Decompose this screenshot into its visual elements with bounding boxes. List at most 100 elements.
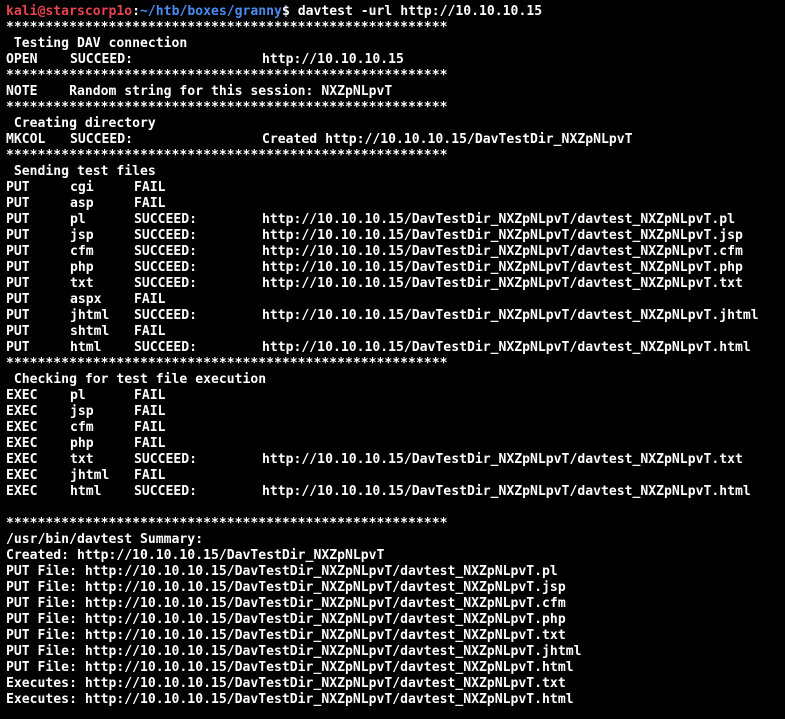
note-line: NOTE Random string for this session: NXZ…: [6, 84, 393, 99]
row-status: SUCCEED:: [134, 212, 198, 227]
row-status: FAIL: [134, 420, 166, 435]
result-row: EXEC txt SUCCEED: http://10.10.10.15/DavTes…: [6, 452, 785, 468]
row-extension: php: [70, 260, 94, 275]
summary-heading: /usr/bin/davtest Summary:: [6, 532, 204, 547]
row-status: FAIL: [134, 324, 166, 339]
row-method: PUT: [6, 340, 30, 355]
result-row: PUT php SUCCEED: http://10.10.10.15/DavTest…: [6, 260, 785, 276]
row-extension: cgi: [70, 180, 94, 195]
checking-rows: EXEC pl FAIL EXEC jsp FAIL EXEC cfm FAIL EXEC php F…: [6, 388, 785, 500]
row-url: http://10.10.10.15/DavTestDir_NXZpNLpvT/…: [262, 276, 743, 291]
row-extension: html: [70, 340, 102, 355]
row-extension: jsp: [70, 404, 94, 419]
summary-line: PUT File: http://10.10.10.15/DavTestDir_…: [6, 644, 582, 659]
result-row: PUT aspx FAIL: [6, 292, 785, 308]
summary-line: PUT File: http://10.10.10.15/DavTestDir_…: [6, 564, 558, 579]
separator-line: ****************************************…: [6, 100, 448, 115]
summary-line: PUT File: http://10.10.10.15/DavTestDir_…: [6, 660, 574, 675]
row-method: OPEN: [6, 52, 38, 67]
row-extension: jhtml: [70, 468, 110, 483]
row-status: SUCCEED:: [70, 52, 134, 67]
row-url: http://10.10.10.15/DavTestDir_NXZpNLpvT/…: [262, 228, 743, 243]
result-row: EXEC pl FAIL: [6, 388, 785, 404]
result-row: PUT html SUCCEED: http://10.10.10.15/DavTes…: [6, 340, 785, 356]
row-method: PUT: [6, 276, 30, 291]
row-url: http://10.10.10.15/DavTestDir_NXZpNLpvT/…: [262, 212, 735, 227]
row-method: PUT: [6, 180, 30, 195]
row-method: PUT: [6, 228, 30, 243]
row-status: FAIL: [134, 292, 166, 307]
row-extension: cfm: [70, 244, 94, 259]
row-status: SUCCEED:: [134, 308, 198, 323]
row-status: SUCCEED:: [134, 484, 198, 499]
row-method: PUT: [6, 260, 30, 275]
row-method: EXEC: [6, 452, 38, 467]
row-status: FAIL: [134, 404, 166, 419]
row-method: EXEC: [6, 484, 38, 499]
result-row: PUT shtml FAIL: [6, 324, 785, 340]
result-row: EXEC php FAIL: [6, 436, 785, 452]
prompt-user-host: kali@starscorp1o: [6, 4, 133, 19]
result-row: EXEC jsp FAIL: [6, 404, 785, 420]
row-extension: cfm: [70, 420, 94, 435]
separator-line: ****************************************…: [6, 516, 448, 531]
terminal-window[interactable]: kali@starscorp1o:~/htb/boxes/granny$ dav…: [0, 0, 785, 719]
row-status: SUCCEED:: [134, 228, 198, 243]
result-row: PUT asp FAIL: [6, 196, 785, 212]
row-extension: jhtml: [70, 308, 110, 323]
row-extension: txt: [70, 276, 94, 291]
summary-line: PUT File: http://10.10.10.15/DavTestDir_…: [6, 612, 566, 627]
summary-line: PUT File: http://10.10.10.15/DavTestDir_…: [6, 628, 566, 643]
row-method: PUT: [6, 244, 30, 259]
separator-line: ****************************************…: [6, 148, 448, 163]
row-status: SUCCEED:: [134, 452, 198, 467]
row-url: http://10.10.10.15/DavTestDir_NXZpNLpvT/…: [262, 244, 743, 259]
row-extension: pl: [70, 212, 86, 227]
row-url: http://10.10.10.15/DavTestDir_NXZpNLpvT/…: [262, 260, 743, 275]
row-url: http://10.10.10.15/DavTestDir_NXZpNLpvT/…: [262, 452, 743, 467]
result-row: PUT txt SUCCEED: http://10.10.10.15/DavTest…: [6, 276, 785, 292]
row-status: FAIL: [134, 468, 166, 483]
result-row: PUT cfm SUCCEED: http://10.10.10.15/DavTest…: [6, 244, 785, 260]
row-extension: asp: [70, 196, 94, 211]
row-status: FAIL: [134, 436, 166, 451]
summary-line: Executes: http://10.10.10.15/DavTestDir_…: [6, 692, 574, 707]
result-row: PUT jsp SUCCEED: http://10.10.10.15/DavTest…: [6, 228, 785, 244]
row-status: SUCCEED:: [134, 340, 198, 355]
row-method: PUT: [6, 292, 30, 307]
row-method: PUT: [6, 308, 30, 323]
section-heading-creating: Creating directory: [6, 116, 156, 131]
row-method: PUT: [6, 196, 30, 211]
summary-line: PUT File: http://10.10.10.15/DavTestDir_…: [6, 580, 566, 595]
row-method: EXEC: [6, 468, 38, 483]
section-heading-sending: Sending test files: [6, 164, 156, 179]
result-row: EXEC cfm FAIL: [6, 420, 785, 436]
row-method: PUT: [6, 212, 30, 227]
result-row: EXEC html SUCCEED: http://10.10.10.15/DavTe…: [6, 484, 785, 500]
row-extension: html: [70, 484, 102, 499]
prompt-symbol: $: [281, 4, 290, 19]
separator-line: ****************************************…: [6, 20, 448, 35]
row-url: http://10.10.10.15: [262, 52, 404, 67]
result-row: PUT pl SUCCEED: http://10.10.10.15/DavTestD…: [6, 212, 785, 228]
sending-rows: PUT cgi FAIL PUT asp FAIL PUT pl SUCCEED: http://…: [6, 180, 785, 356]
result-row: PUT jhtml SUCCEED: http://10.10.10.15/DavTe…: [6, 308, 785, 324]
testing-row: OPEN SUCCEED: http://10.10.10.15: [6, 52, 785, 68]
row-url: http://10.10.10.15/DavTestDir_NXZpNLpvT/…: [262, 340, 751, 355]
result-row: PUT cgi FAIL: [6, 180, 785, 196]
row-method: EXEC: [6, 388, 38, 403]
row-url: http://10.10.10.15/DavTestDir_NXZpNLpvT/…: [262, 308, 759, 323]
row-status: FAIL: [134, 180, 166, 195]
separator-line: ****************************************…: [6, 356, 448, 371]
result-row: EXEC jhtml FAIL: [6, 468, 785, 484]
summary-line: Created: http://10.10.10.15/DavTestDir_N…: [6, 548, 385, 563]
row-status: FAIL: [134, 388, 166, 403]
command-text: davtest -url http://10.10.10.15: [289, 4, 543, 19]
row-url: Created http://10.10.10.15/DavTestDir_NX…: [262, 132, 633, 147]
row-extension: php: [70, 436, 94, 451]
prompt-line: kali@starscorp1o:~/htb/boxes/granny$ dav…: [6, 4, 785, 20]
summary-line: Executes: http://10.10.10.15/DavTestDir_…: [6, 676, 566, 691]
row-url: http://10.10.10.15/DavTestDir_NXZpNLpvT/…: [262, 484, 751, 499]
row-extension: pl: [70, 388, 86, 403]
